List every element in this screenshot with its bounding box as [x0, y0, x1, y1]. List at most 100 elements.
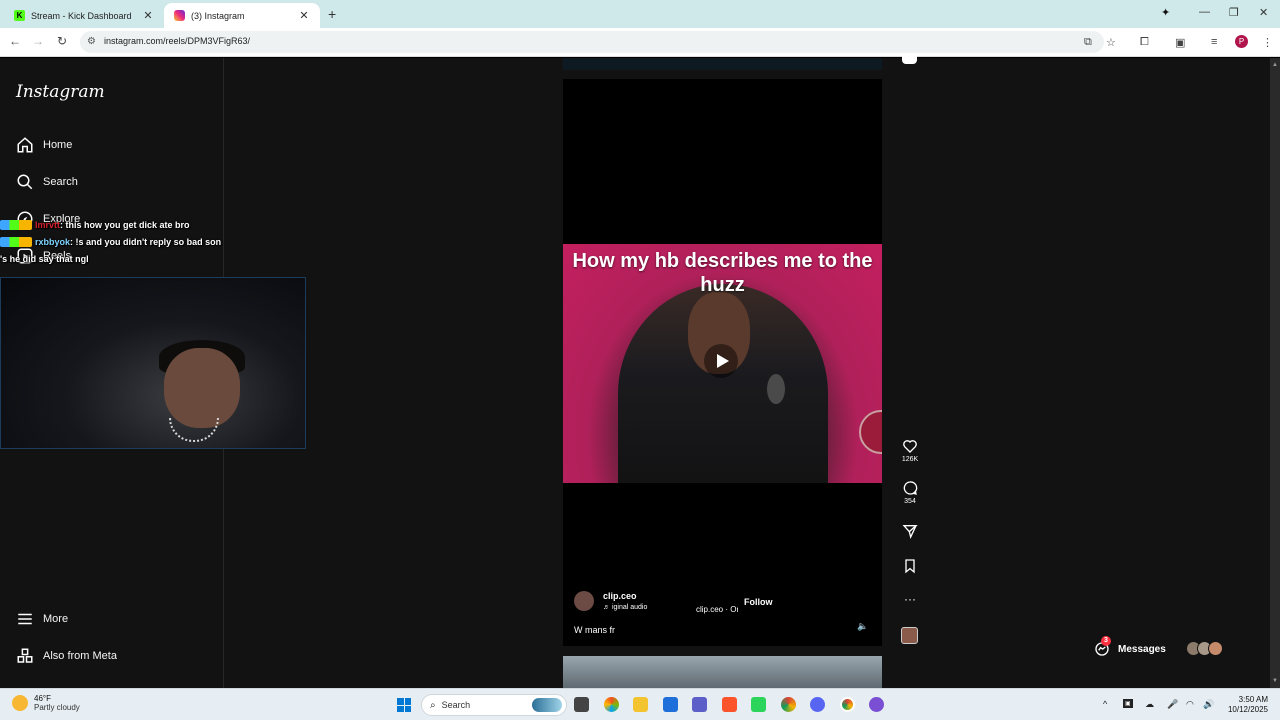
- new-tab-icon[interactable]: +: [328, 6, 336, 22]
- menu-icon[interactable]: ⋮: [1262, 36, 1273, 49]
- restore-icon[interactable]: ❐: [1229, 6, 1239, 19]
- minimize-icon[interactable]: —: [1199, 6, 1210, 18]
- clock-date: 10/12/2025: [1227, 705, 1268, 714]
- onedrive-icon[interactable]: ☁: [1145, 699, 1154, 710]
- webcam-overlay: [0, 277, 306, 449]
- install-app-icon[interactable]: ⧉: [1084, 36, 1092, 49]
- partly-cloudy-icon: [12, 695, 28, 711]
- sidebar-item-also-from-meta[interactable]: Also from Meta: [16, 647, 117, 665]
- browser-toolbar: ← → ↻ ⚙ instagram.com/reels/DPM3VFigR63/…: [0, 28, 1280, 57]
- volume-icon[interactable]: 🔊: [1203, 699, 1214, 710]
- wifi-icon[interactable]: ◠: [1186, 699, 1194, 710]
- gemini-sparkle-icon[interactable]: ✦: [1161, 6, 1170, 19]
- chat-text: 's he did say that ngl: [0, 253, 89, 264]
- teams-icon[interactable]: [692, 697, 707, 712]
- previous-reel-preview[interactable]: [563, 58, 882, 70]
- reload-icon[interactable]: ↻: [54, 34, 70, 48]
- start-button[interactable]: [397, 698, 411, 712]
- reel-author[interactable]: clip.ceo ♬ iginal audio: [574, 591, 647, 611]
- microsoft-store-icon[interactable]: [663, 697, 678, 712]
- back-icon[interactable]: ←: [7, 34, 23, 48]
- page-scrollbar[interactable]: ▲ ▼: [1270, 58, 1280, 688]
- scroll-up-icon[interactable]: ▲: [1272, 62, 1278, 68]
- tab-instagram[interactable]: (3) Instagram ✕: [164, 3, 320, 28]
- comment-button[interactable]: 354: [897, 480, 923, 505]
- windows-taskbar: 46°F Partly cloudy ⌕ Search ^ ▣ ☁ 🎤 ◠ 🔊 …: [0, 688, 1280, 720]
- chat-text: : this how you get dick ate bro: [60, 219, 190, 230]
- close-tab-icon[interactable]: ✕: [298, 9, 310, 22]
- search-highlight-icon: [532, 698, 562, 712]
- window-close-icon[interactable]: ✕: [1259, 6, 1268, 19]
- weather-temperature: 46°F: [34, 694, 51, 703]
- weather-widget[interactable]: 46°F Partly cloudy: [12, 694, 80, 712]
- close-tab-icon[interactable]: ✕: [142, 9, 154, 22]
- taskbar-search-label: Search: [441, 700, 471, 710]
- comment-count: 354: [904, 498, 916, 505]
- message-avatars: [1186, 641, 1223, 656]
- sidebar-item-label: Search: [43, 176, 78, 188]
- save-button[interactable]: [897, 558, 923, 574]
- audio-thumbnail[interactable]: [901, 627, 918, 644]
- author-avatar[interactable]: [574, 591, 594, 611]
- show-hidden-icons[interactable]: ^: [1103, 699, 1107, 709]
- like-button[interactable]: 126K: [897, 438, 923, 463]
- scroll-down-icon[interactable]: ▼: [1272, 678, 1278, 684]
- forward-icon[interactable]: →: [30, 34, 46, 48]
- tab-search-icon[interactable]: ▣: [1175, 36, 1185, 49]
- hamburger-menu-icon: [18, 613, 32, 625]
- share-button[interactable]: [897, 523, 923, 539]
- kick-icon: K: [14, 10, 25, 21]
- extensions-icon[interactable]: ⧠: [1140, 36, 1149, 49]
- media-controls-icon[interactable]: ≡: [1211, 36, 1217, 48]
- reel-player[interactable]: How my hb describes me to the huzz clip.…: [563, 79, 882, 646]
- chat-message: rxbbyok : !s and you didn't reply so bad…: [0, 233, 310, 250]
- site-info-icon[interactable]: ⚙: [87, 36, 96, 47]
- reel-video[interactable]: How my hb describes me to the huzz: [563, 244, 882, 483]
- audio-label[interactable]: ♬ iginal audio: [603, 604, 647, 611]
- microphone-icon[interactable]: 🎤: [1167, 699, 1178, 710]
- avatar: [1208, 641, 1223, 656]
- follow-button[interactable]: Follow: [744, 597, 773, 607]
- copilot-icon[interactable]: [604, 697, 619, 712]
- discord-icon[interactable]: [810, 697, 825, 712]
- previous-reel-icon: [902, 56, 917, 64]
- instagram-logo[interactable]: Instagram: [16, 82, 105, 102]
- search-icon: ⌕: [430, 699, 436, 711]
- sidebar-item-more[interactable]: More: [16, 610, 68, 628]
- audio-marquee[interactable]: clip.ceo · Or: [696, 605, 738, 614]
- volume-icon[interactable]: 🔈: [857, 621, 869, 633]
- meta-apps-icon: [17, 648, 33, 663]
- sidebar-item-home[interactable]: Home: [16, 136, 72, 154]
- chat-text: : !s and you didn't reply so bad son: [70, 236, 222, 247]
- address-bar[interactable]: ⚙ instagram.com/reels/DPM3VFigR63/: [80, 31, 1104, 53]
- play-icon[interactable]: [704, 344, 738, 378]
- next-reel-preview[interactable]: [563, 656, 882, 688]
- bookmark-icon: [905, 559, 915, 574]
- chrome-active-icon[interactable]: [840, 697, 855, 712]
- microphone-image: [767, 374, 785, 404]
- chat-message: 's he did say that ngl: [0, 250, 310, 267]
- sidebar-item-label: Home: [43, 139, 73, 151]
- file-explorer-icon[interactable]: [633, 697, 648, 712]
- reel-description[interactable]: W mans fr: [574, 625, 615, 635]
- more-options-icon[interactable]: ···: [897, 592, 923, 606]
- tray-app-icon[interactable]: ▣: [1123, 699, 1133, 708]
- chat-badges-icon: [0, 236, 32, 247]
- task-view-icon[interactable]: [574, 697, 589, 712]
- webcam-subject-chain: [169, 418, 219, 442]
- author-username[interactable]: clip.ceo: [603, 591, 647, 601]
- messages-button[interactable]: 3 Messages: [1086, 636, 1244, 660]
- tab-title: (3) Instagram: [191, 10, 245, 21]
- brave-icon[interactable]: [722, 697, 737, 712]
- sidebar-item-search[interactable]: Search: [16, 173, 78, 191]
- system-clock[interactable]: 3:50 AM 10/12/2025: [1224, 695, 1268, 715]
- spotify-icon[interactable]: [751, 697, 766, 712]
- chat-username: rxbbyok: [35, 236, 71, 247]
- taskbar-search[interactable]: ⌕ Search: [421, 694, 567, 716]
- obs-icon[interactable]: [869, 697, 884, 712]
- sidebar-item-label: More: [43, 613, 69, 625]
- tab-kick-dashboard[interactable]: K Stream - Kick Dashboard ✕: [4, 3, 164, 28]
- profile-avatar[interactable]: P: [1235, 35, 1248, 48]
- chrome-icon[interactable]: [781, 697, 796, 712]
- bookmark-star-icon[interactable]: ☆: [1106, 36, 1116, 49]
